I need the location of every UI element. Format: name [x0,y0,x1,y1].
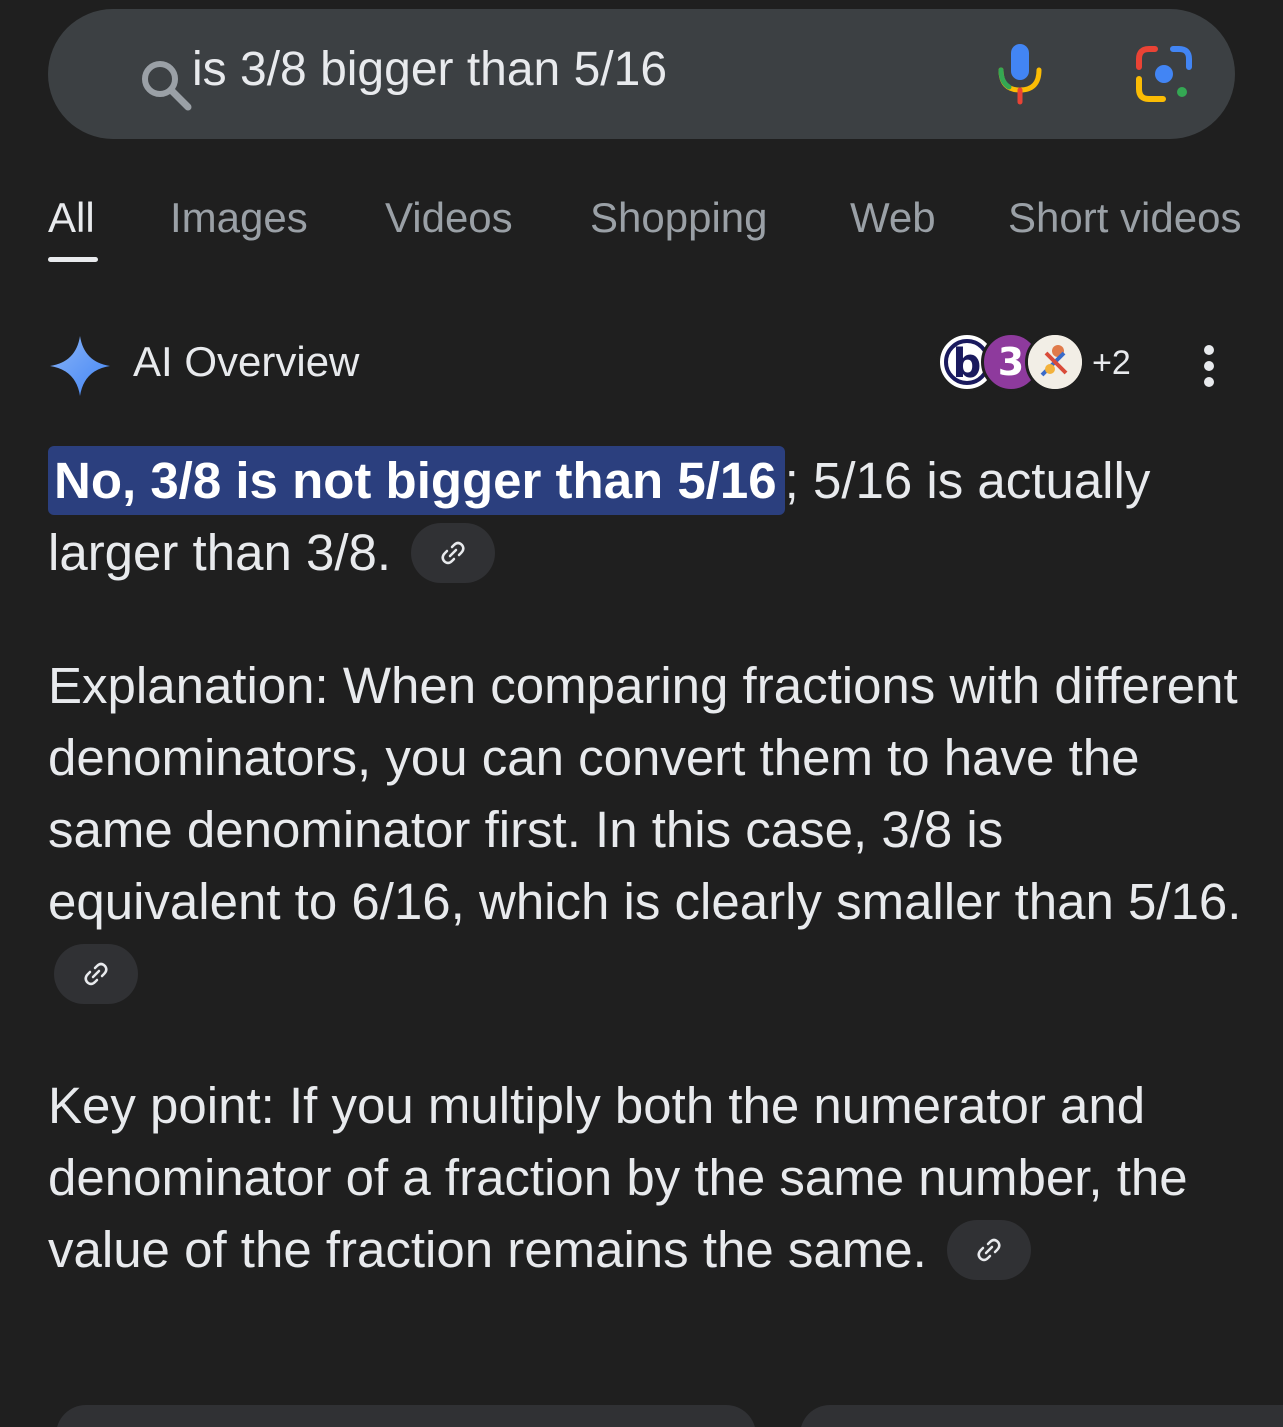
more-vert-icon[interactable] [1196,342,1222,390]
ai-overview-answer: No, 3/8 is not bigger than 5/16; 5/16 is… [48,445,1248,589]
source-link-button[interactable] [411,522,496,583]
more-sources-count[interactable]: +2 [1092,344,1131,383]
key-point-paragraph: Key point: If you multiply both the nume… [48,1070,1248,1286]
search-results-page: is 3/8 bigger than 5/16 All Images Video… [0,0,1283,1427]
search-icon[interactable] [138,57,194,113]
search-input[interactable]: is 3/8 bigger than 5/16 [192,42,667,97]
source-card[interactable] [800,1405,1283,1427]
tab-videos[interactable]: Videos [385,190,513,246]
explanation-text: Explanation: When comparing fractions wi… [48,657,1242,930]
search-tabs: All Images Videos Shopping Web Short vid… [0,190,1283,270]
illustration-avatar-icon [1028,335,1082,389]
tab-short-videos[interactable]: Short videos [1008,190,1241,246]
tab-shopping[interactable]: Shopping [590,190,768,246]
source-link-button[interactable] [54,943,138,1004]
active-tab-indicator [48,257,98,262]
link-icon [84,962,108,985]
google-lens-icon[interactable] [1135,45,1193,103]
source-card[interactable] [56,1405,756,1427]
ai-overview-header: AI Overview b 3 +2 [0,320,1283,410]
sparkle-icon [50,336,110,396]
explanation-paragraph: Explanation: When comparing fractions wi… [48,650,1248,1010]
microphone-icon[interactable] [995,42,1045,106]
ai-overview-title: AI Overview [133,338,360,385]
search-bar[interactable]: is 3/8 bigger than 5/16 [48,9,1235,139]
tab-images[interactable]: Images [170,190,308,246]
tab-web[interactable]: Web [850,190,936,246]
source-avatar[interactable] [1025,332,1085,392]
highlighted-answer: No, 3/8 is not bigger than 5/16 [48,446,785,515]
source-link-button[interactable] [946,1219,1031,1280]
tab-all[interactable]: All [48,190,95,246]
source-avatars[interactable]: b 3 [937,332,1097,398]
link-icon [441,541,465,564]
link-icon [977,1238,1001,1261]
